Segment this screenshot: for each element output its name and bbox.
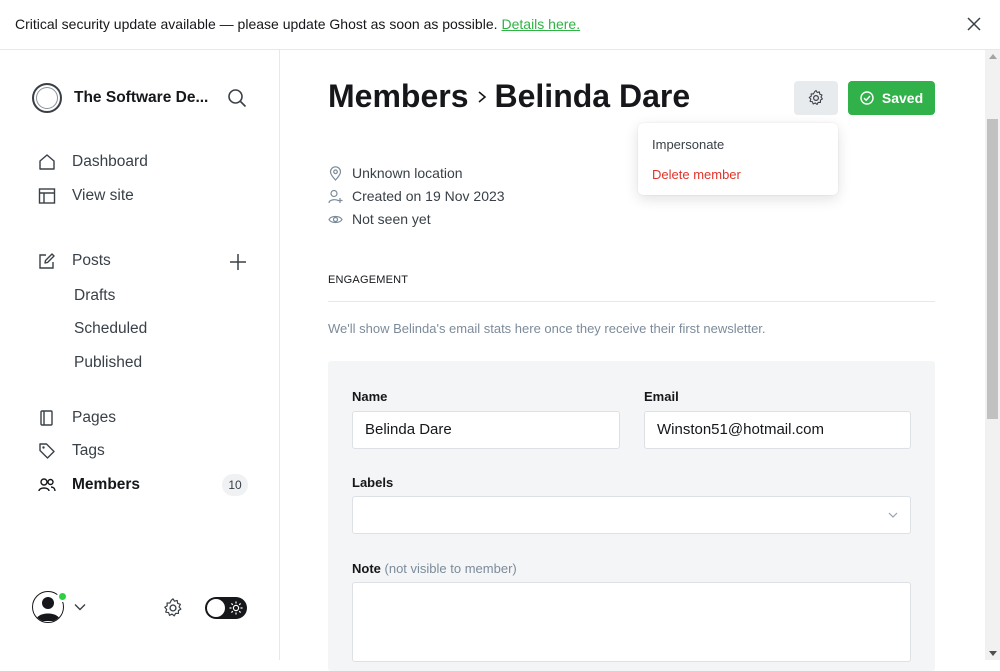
member-created: Created on 19 Nov 2023 xyxy=(328,188,505,204)
sidebar-item-pages[interactable]: Pages xyxy=(38,406,116,430)
gear-icon xyxy=(808,89,823,105)
impersonate-menu-item[interactable]: Impersonate xyxy=(652,137,724,152)
sidebar-item-view-site[interactable]: View site xyxy=(38,184,134,208)
check-circle-icon xyxy=(860,91,874,105)
breadcrumb-members-link[interactable]: Members xyxy=(328,78,469,115)
dark-mode-toggle[interactable] xyxy=(205,597,247,619)
sidebar-item-label: Dashboard xyxy=(72,153,148,170)
banner-text: Critical security update available — ple… xyxy=(15,16,498,32)
edit-icon xyxy=(39,253,55,269)
note-label-text: Note xyxy=(352,561,381,576)
location-text: Unknown location xyxy=(352,165,463,181)
note-hint: (not visible to member) xyxy=(384,561,517,576)
main-content: Members Belinda Dare Saved Impersonate D… xyxy=(280,50,985,671)
member-name-heading: Belinda Dare xyxy=(494,78,691,114)
banner-details-link[interactable]: Details here. xyxy=(502,16,581,32)
scroll-down-arrow[interactable] xyxy=(989,651,997,656)
email-field[interactable]: Winston51@hotmail.com xyxy=(644,411,911,449)
sidebar-item-label: Tags xyxy=(72,442,105,459)
search-icon[interactable] xyxy=(227,88,247,108)
tag-icon xyxy=(39,443,55,459)
user-add-icon xyxy=(328,189,343,203)
name-field[interactable]: Belinda Dare xyxy=(352,411,620,449)
layout-icon xyxy=(38,188,56,204)
member-actions-dropdown: Impersonate Delete member xyxy=(638,123,838,195)
chevron-right-icon xyxy=(477,90,486,103)
sidebar: The Software De... Dashboard View site P… xyxy=(0,50,280,660)
sidebar-item-dashboard[interactable]: Dashboard xyxy=(38,150,148,174)
security-banner: Critical security update available — ple… xyxy=(0,0,1000,50)
chevron-down-icon xyxy=(888,512,898,518)
location-pin-icon xyxy=(329,165,342,181)
name-label: Name xyxy=(352,389,388,404)
sidebar-item-scheduled[interactable]: Scheduled xyxy=(74,320,147,338)
sidebar-item-drafts[interactable]: Drafts xyxy=(74,287,115,305)
email-label: Email xyxy=(644,389,679,404)
toggle-knob xyxy=(207,599,225,617)
sun-icon xyxy=(229,601,243,615)
new-post-plus-icon[interactable] xyxy=(229,253,247,271)
banner-message: Critical security update available — ple… xyxy=(15,16,580,32)
scroll-up-arrow[interactable] xyxy=(989,54,997,59)
sidebar-item-label: Members xyxy=(72,476,141,493)
engagement-heading: ENGAGEMENT xyxy=(328,274,409,286)
home-icon xyxy=(39,154,55,170)
member-details-form: Name Belinda Dare Email Winston51@hotmai… xyxy=(328,361,935,671)
page-title: Members Belinda Dare xyxy=(328,78,690,115)
page-icon xyxy=(40,410,53,426)
member-last-seen: Not seen yet xyxy=(328,211,431,227)
section-divider xyxy=(328,301,935,302)
site-name: The Software De... xyxy=(74,89,209,106)
note-label: Note (not visible to member) xyxy=(352,561,517,576)
scroll-thumb[interactable] xyxy=(987,119,998,419)
seen-text: Not seen yet xyxy=(352,211,431,227)
sidebar-item-label: View site xyxy=(72,187,134,204)
created-text: Created on 19 Nov 2023 xyxy=(352,188,505,204)
sidebar-item-tags[interactable]: Tags xyxy=(38,439,105,463)
note-textarea[interactable] xyxy=(352,582,911,662)
delete-member-menu-item[interactable]: Delete member xyxy=(652,167,741,182)
sidebar-item-label: Pages xyxy=(72,409,116,426)
engagement-note: We'll show Belinda's email stats here on… xyxy=(328,321,766,336)
site-logo xyxy=(32,83,62,113)
saved-label: Saved xyxy=(881,90,924,106)
online-status-dot xyxy=(57,591,68,602)
sidebar-item-members[interactable]: Members xyxy=(38,473,140,497)
member-actions-button[interactable] xyxy=(794,81,838,115)
sidebar-item-published[interactable]: Published xyxy=(74,354,142,372)
chevron-down-icon[interactable] xyxy=(74,601,86,613)
labels-select[interactable] xyxy=(352,496,911,534)
eye-icon xyxy=(328,215,343,223)
gear-icon[interactable] xyxy=(162,597,184,619)
sidebar-item-label: Posts xyxy=(72,252,111,269)
members-count-badge: 10 xyxy=(222,474,248,496)
site-brand[interactable]: The Software De... xyxy=(32,83,208,113)
close-icon[interactable] xyxy=(966,16,982,32)
member-location: Unknown location xyxy=(328,165,463,181)
scrollbar[interactable] xyxy=(985,50,1000,660)
sidebar-item-posts[interactable]: Posts xyxy=(38,249,111,273)
saved-button[interactable]: Saved xyxy=(848,81,935,115)
members-icon xyxy=(38,478,56,492)
labels-label: Labels xyxy=(352,475,394,490)
